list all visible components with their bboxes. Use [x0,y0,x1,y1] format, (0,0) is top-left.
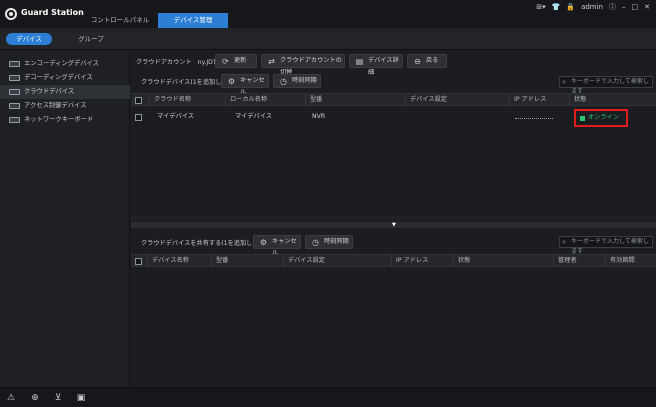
title-bar: Guard Station コントロールパネル デバイス管理 ⊞▾ 👕 🔒 ad… [0,0,656,28]
col-device-settings[interactable]: デバイス設定 [283,255,391,267]
cell-cloud-name: マイデバイス [157,113,194,120]
sub-tab-bar: デバイス グループ [0,28,656,50]
search-icon: ⌕ [562,78,566,86]
cell-model: NVR [312,113,326,120]
user-name[interactable]: admin [581,3,603,11]
col-local-name[interactable]: ローカル名称 [225,94,305,106]
sidebar-item-label: ネットワークキーボード [24,116,94,123]
col-administrator[interactable]: 管理者 [553,255,605,267]
ip-address-redacted [515,114,553,119]
bottom-bar: ⚠ ⊕ ⊻ ▣ [0,387,656,407]
sidebar-item-network-keyboard[interactable]: ネットワークキーボード [0,113,130,127]
shared-time-sync-label: 時刻同期 [324,238,349,245]
col-status[interactable]: 状態 [569,94,656,106]
sidebar-item-encoding[interactable]: エンコーディングデバイス [0,57,130,71]
shared-search-placeholder: キーボードで入力して検索します [571,238,649,255]
status-highlight-box: オンライン [574,109,628,127]
back-icon: ⊖ [414,57,421,66]
sidebar-item-decoding[interactable]: デコーディングデバイス [0,71,130,85]
cloud-icon [9,89,20,95]
col-model[interactable]: 型番 [211,255,283,267]
clock-icon: ◷ [280,77,287,86]
help-icon[interactable]: ⓘ [609,2,616,12]
device-details-button[interactable]: ▤ デバイス詳細 [349,54,403,76]
refresh-label: 更新 [234,57,247,64]
device-icon [9,75,20,81]
cell-local-name: マイデバイス [235,113,272,120]
shirt-icon[interactable]: 👕 [552,3,561,11]
col-device-settings[interactable]: デバイス設定 [405,94,509,106]
download-icon[interactable]: ⊻ [52,392,64,404]
col-validity-period[interactable]: 有効期間 [605,255,656,267]
sub-tab-devices[interactable]: デバイス [6,33,52,45]
horizontal-scrollbar[interactable] [131,216,656,221]
lock-icon[interactable]: 🔒 [566,3,575,11]
row-checkbox[interactable] [135,114,142,121]
shared-search-input[interactable]: ⌕ キーボードで入力して検索します [559,236,653,255]
cell-status: オンライン [588,114,619,121]
device-details-label: デバイス詳細 [368,57,399,76]
grid-menu-icon[interactable]: ⊞▾ [536,3,545,11]
refresh-icon: ⟳ [222,57,229,66]
app-title: Guard Station [21,8,84,17]
col-status[interactable]: 状態 [453,255,553,267]
cloud-time-sync-label: 時刻同期 [292,77,317,84]
back-button[interactable]: ⊖ 戻る [407,54,447,68]
tab-control-panel[interactable]: コントロールパネル [80,13,160,28]
keyboard-icon [9,117,20,123]
sub-tab-groups[interactable]: グループ [74,33,108,45]
cloud-account-caption: クラウドアカウント [136,59,192,66]
details-icon: ▤ [355,57,364,66]
sidebar-item-access-control[interactable]: アクセス制御デバイス [0,99,130,113]
col-ip-address[interactable]: IP アドレス [509,94,569,106]
cloud-devices-title: クラウドデバイス(1を追加した) [141,79,231,86]
select-all-checkbox[interactable] [135,258,142,265]
cloud-account-label: クラウドアカウント ny.JDTp [136,57,221,66]
collapse-arrow-icon[interactable]: ▼ [392,223,396,228]
online-indicator-icon [580,116,585,121]
col-ip-address[interactable]: IP アドレス [391,255,453,267]
switch-account-button[interactable]: ⇄ クラウドアカウントの切替 [261,54,345,76]
device-icon [9,61,20,67]
cloud-table-header: クラウド名称 ローカル名称 型番 デバイス設定 IP アドレス 状態 [131,93,656,106]
sidebar-item-label: クラウドデバイス [24,88,75,95]
shared-cancel-button[interactable]: ⚙ キャンセル [253,235,301,257]
panel-splitter[interactable]: ▼ [131,222,656,228]
gear-icon: ⚙ [227,77,236,86]
add-file-icon[interactable]: ⊕ [29,392,41,404]
shared-table-header: デバイス名称 型番 デバイス設定 IP アドレス 状態 管理者 有効期間 [131,254,656,267]
clock-icon: ◷ [312,238,319,247]
back-label: 戻る [426,57,439,64]
cloud-cancel-button[interactable]: ⚙ キャンセル [221,74,269,96]
warning-icon[interactable]: ⚠ [5,392,17,404]
window-tools: ⊞▾ 👕 🔒 admin ⓘ – □ ✕ [536,0,656,14]
cloud-time-sync-button[interactable]: ◷ 時刻同期 [273,74,321,88]
sidebar-item-label: デコーディングデバイス [24,74,93,81]
maximize-icon[interactable]: □ [632,3,639,11]
gear-icon: ⚙ [259,238,268,247]
main-content: クラウドアカウント ny.JDTp ⟳ 更新 ⇄ クラウドアカウントの切替 ▤ … [131,51,656,387]
shared-devices-title: クラウドデバイスを共有する(1を追加した) [141,240,261,247]
cloud-search-input[interactable]: ⌕ キーボードで入力して検索します [559,76,653,95]
sidebar-item-cloud[interactable]: クラウドデバイス [0,85,130,99]
tab-device-management[interactable]: デバイス管理 [158,13,228,28]
col-device-name[interactable]: デバイス名称 [147,255,211,267]
select-all-checkbox[interactable] [135,97,142,104]
device-icon [9,103,20,109]
col-cloud-name[interactable]: クラウド名称 [149,94,229,106]
sidebar: エンコーディングデバイス デコーディングデバイス クラウドデバイス アクセス制御… [0,51,130,387]
shared-time-sync-button[interactable]: ◷ 時刻同期 [305,235,353,249]
minimize-icon[interactable]: – [622,3,626,11]
switch-icon: ⇄ [268,57,275,66]
search-icon: ⌕ [562,238,566,246]
close-icon[interactable]: ✕ [644,3,650,11]
refresh-button[interactable]: ⟳ 更新 [215,54,257,68]
app-logo-icon [5,8,17,20]
clipboard-icon[interactable]: ▣ [75,392,87,404]
sidebar-item-label: アクセス制御デバイス [24,102,87,109]
cell-device-settings [407,110,411,124]
sidebar-item-label: エンコーディングデバイス [24,60,99,67]
col-model[interactable]: 型番 [305,94,401,106]
